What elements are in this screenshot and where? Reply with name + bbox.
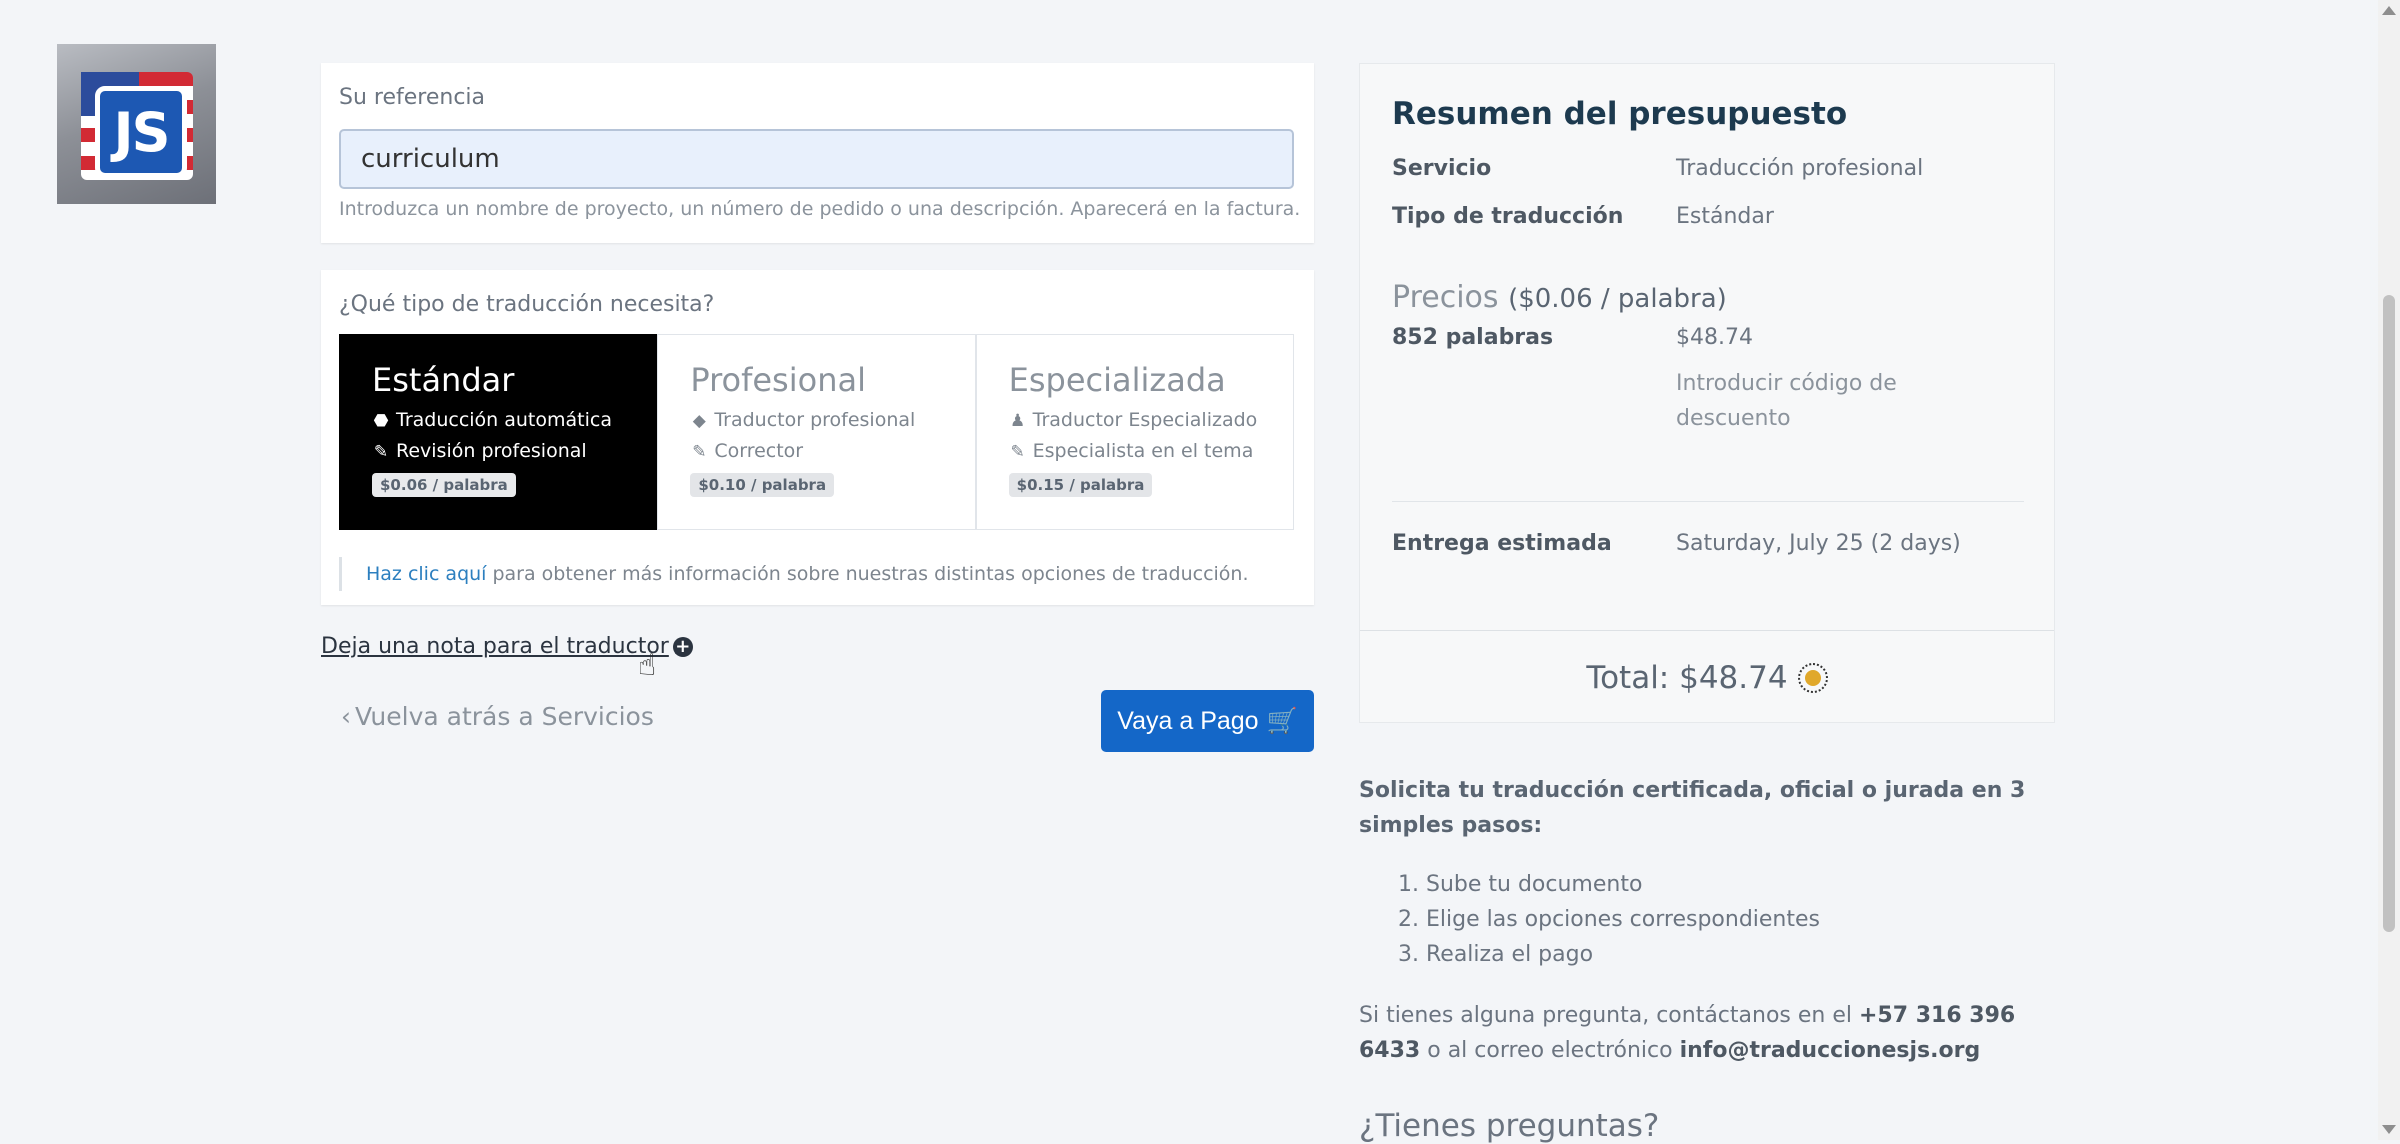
edit-icon: ✎ [692, 442, 707, 462]
reference-help-text: Introduzca un nombre de proyecto, un núm… [339, 198, 1301, 220]
logo-badge: JS [95, 86, 187, 178]
option-professional-line2-text: Corrector [714, 440, 804, 462]
go-to-payment-label: Vaya a Pago [1117, 706, 1259, 735]
plus-circle-icon: + [672, 636, 693, 657]
option-standard-line2: ✎ Revisión profesional [372, 440, 624, 462]
steps-list: 1. Sube tu documento 2. Elige las opcion… [1398, 867, 1820, 972]
option-standard-title: Estándar [372, 361, 515, 399]
translation-options: Estándar ⬣ Traducción automática ✎ Revisió… [339, 334, 1294, 530]
option-professional-price: $0.10 / palabra [690, 473, 835, 497]
page-scrollbar[interactable] [2378, 0, 2400, 1140]
robot-icon: ⬣ [373, 411, 389, 431]
option-professional-line2: ✎ Corrector [690, 440, 942, 462]
option-professional-line1-text: Traductor profesional [714, 409, 916, 431]
back-to-services-link[interactable]: ‹ Vuelva atrás a Servicios [341, 702, 654, 731]
option-specialized-line2-text: Especialista en el tema [1032, 440, 1254, 462]
faq-heading: ¿Tienes preguntas? [1359, 1108, 1660, 1144]
edit-icon: ✎ [1010, 442, 1025, 462]
shopping-cart-icon: 🛒 [1266, 706, 1298, 735]
summary-words-row: 852 palabras $48.74 [1392, 325, 1753, 350]
summary-service-label: Servicio [1392, 156, 1492, 181]
back-to-services-text: Vuelva atrás a Servicios [355, 702, 654, 731]
user-tie-icon: ♟ [1010, 411, 1026, 431]
translation-type-card: ¿Qué tipo de traducción necesita? Estánd… [321, 270, 1314, 605]
more-info-link[interactable]: Haz clic aquí [366, 563, 486, 585]
currency-coin-icon[interactable] [1797, 663, 1828, 693]
option-specialized-line2: ✎ Especialista en el tema [1009, 440, 1261, 462]
summary-type-label: Tipo de traducción [1392, 204, 1624, 229]
summary-service-row: Servicio Traducción profesional [1392, 156, 1923, 181]
reference-input[interactable]: curriculum [339, 129, 1294, 189]
step-item: 1. Sube tu documento [1398, 872, 1643, 897]
graduation-cap-icon: ◆ [692, 411, 706, 431]
option-specialized-title: Especializada [1008, 361, 1226, 399]
reference-card: Su referencia curriculum Introduzca un n… [321, 63, 1314, 243]
option-specialized[interactable]: Especializada ♟ Traductor Especializado ✎… [975, 334, 1294, 530]
option-standard-line1-text: Traducción automática [396, 409, 612, 431]
go-to-payment-button[interactable]: Vaya a Pago 🛒 [1101, 690, 1314, 752]
contact-prefix: Si tienes alguna pregunta, contáctanos e… [1359, 1003, 1852, 1028]
option-specialized-line1-text: Traductor Especializado [1032, 409, 1258, 431]
option-standard-price: $0.06 / palabra [372, 473, 516, 497]
option-specialized-line1: ♟ Traductor Especializado [1009, 409, 1261, 431]
summary-total: Total: $48.74 [1586, 660, 1788, 696]
summary-title: Resumen del presupuesto [1392, 96, 1848, 132]
contact-middle: o al correo electrónico [1427, 1038, 1673, 1063]
option-standard[interactable]: Estándar ⬣ Traducción automática ✎ Revisió… [339, 334, 658, 530]
scrollbar-thumb[interactable] [2383, 295, 2395, 932]
quote-summary-panel: Resumen del presupuesto Servicio Traducc… [1359, 63, 2055, 723]
option-professional[interactable]: Profesional ◆ Traductor profesional ✎ Corr… [657, 334, 976, 530]
summary-prices-heading: Precios ($0.06 / palabra) [1392, 280, 1727, 315]
summary-prices-label: Precios [1392, 280, 1499, 315]
option-standard-line1: ⬣ Traducción automática [372, 409, 624, 431]
steps-title: Solicita tu traducción certificada, ofic… [1359, 778, 2026, 838]
translation-type-label: ¿Qué tipo de traducción necesita? [339, 292, 715, 317]
contact-info: Si tienes alguna pregunta, contáctanos e… [1359, 998, 2059, 1068]
contact-email[interactable]: info@traduccionesjs.org [1680, 1038, 1981, 1063]
chevron-left-icon: ‹ [341, 702, 351, 731]
leave-note-text: Deja una nota para el traductor [321, 634, 669, 659]
discount-code-link[interactable]: Introducir código de descuento [1676, 366, 1916, 436]
summary-type-value: Estándar [1676, 204, 1774, 229]
step-item: 2. Elige las opciones correspondientes [1398, 907, 1820, 932]
hand-pointer-icon: ☝ [638, 648, 657, 683]
summary-service-value: Traducción profesional [1676, 156, 1924, 181]
option-professional-title: Profesional [690, 361, 866, 399]
more-info-text: para obtener más información sobre nuest… [492, 563, 1249, 585]
reference-label: Su referencia [339, 85, 486, 110]
step-item: 3. Realiza el pago [1398, 942, 1594, 967]
scroll-down-arrow-icon[interactable] [2382, 1125, 2396, 1134]
translation-info-row: Haz clic aquí para obtener más informaci… [339, 557, 1249, 591]
scroll-up-arrow-icon[interactable] [2382, 6, 2396, 15]
summary-delivery-label: Entrega estimada [1392, 531, 1612, 556]
summary-divider [1392, 501, 2024, 502]
summary-prices-per: ($0.06 / palabra) [1508, 284, 1727, 314]
summary-delivery-row: Entrega estimada Saturday, July 25 (2 da… [1392, 531, 1961, 556]
option-specialized-price: $0.15 / palabra [1008, 473, 1153, 497]
edit-icon: ✎ [373, 442, 389, 462]
company-logo[interactable]: JS [57, 44, 216, 204]
summary-delivery-value: Saturday, July 25 (2 days) [1676, 531, 1961, 556]
summary-total-bar: Total: $48.74 [1360, 630, 2054, 725]
summary-words-label: 852 palabras [1392, 325, 1554, 350]
summary-type-row: Tipo de traducción Estándar [1392, 204, 1774, 229]
option-standard-line2-text: Revisión profesional [396, 440, 587, 462]
option-professional-line1: ◆ Traductor profesional [690, 409, 942, 431]
summary-words-value: $48.74 [1676, 325, 1753, 350]
